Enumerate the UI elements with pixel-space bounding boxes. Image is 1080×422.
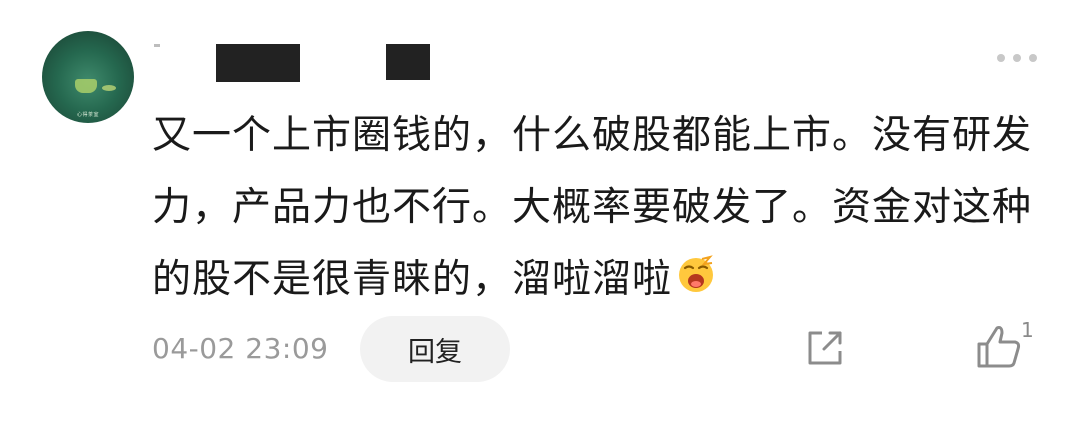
- leaf-icon: [102, 85, 116, 91]
- avatar-caption: 心得茶室: [76, 112, 99, 118]
- yawning-face-emoji: [679, 255, 714, 292]
- redacted-username[interactable]: [216, 44, 300, 82]
- share-icon[interactable]: [802, 325, 848, 371]
- comment-line: 的股不是很青睐的，溜啦溜啦: [152, 244, 1042, 316]
- comment-line: 力，产品力也不行。大概率要破发了。资金对这种: [152, 185, 1033, 230]
- comment-line: 又一个上市圈钱的，什么破股都能上市。没有研发: [152, 113, 1033, 158]
- redacted-user-tag: [386, 44, 430, 80]
- reply-button[interactable]: 回复: [360, 316, 510, 382]
- comment-text: 又一个上市圈钱的，什么破股都能上市。没有研发 力，产品力也不行。大概率要破发了。…: [152, 100, 1042, 316]
- like-count: 1: [1021, 318, 1034, 342]
- cup-icon: [75, 79, 97, 93]
- timestamp: 04-02 23:09: [152, 332, 329, 365]
- thumbs-up-icon[interactable]: [975, 322, 1025, 372]
- avatar[interactable]: 心得茶室: [42, 31, 134, 123]
- more-dots-icon[interactable]: [997, 53, 1037, 63]
- username-fragment: [154, 44, 160, 47]
